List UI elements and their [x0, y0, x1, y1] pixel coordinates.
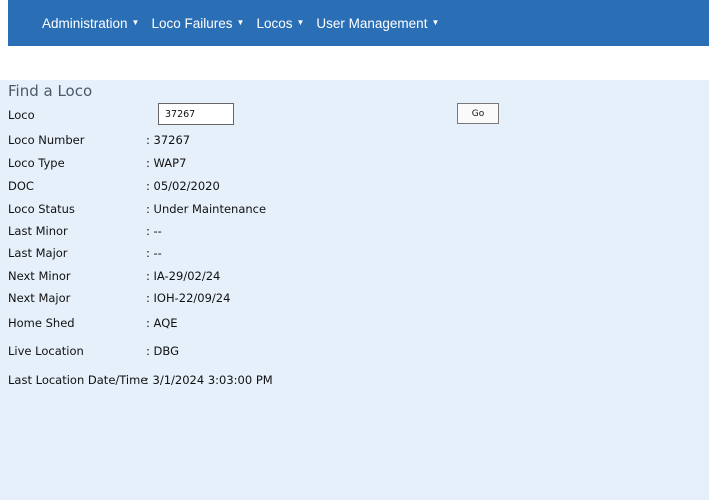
nav-locos-label: Locos: [256, 15, 293, 31]
top-navbar: Administration ▼ Loco Failures ▼ Locos ▼ Us…: [8, 0, 709, 46]
detail-row-last-major: Last Major : --: [8, 246, 162, 260]
detail-row-last-location-datetime: Last Location Date/Time: 3/1/2024 3:03:0…: [8, 373, 273, 387]
detail-row-doc: DOC : 05/02/2020: [8, 179, 220, 193]
detail-value: : --: [146, 224, 162, 238]
chevron-down-icon: ▼: [296, 17, 305, 27]
nav-loco-failures[interactable]: Loco Failures ▼: [151, 16, 256, 31]
detail-row-last-minor: Last Minor : --: [8, 224, 162, 238]
detail-label: Last Minor: [8, 224, 68, 238]
nav-loco-failures-label: Loco Failures: [151, 15, 233, 31]
detail-row-loco-status: Loco Status : Under Maintenance: [8, 202, 266, 216]
detail-label: Last Location Date/Time: [8, 373, 148, 387]
detail-value: : --: [146, 246, 162, 260]
detail-value: : 05/02/2020: [146, 179, 220, 193]
detail-label: Loco Number: [8, 133, 85, 147]
detail-row-loco-number: Loco Number : 37267: [8, 133, 190, 147]
nav-user-management[interactable]: User Management ▼: [316, 16, 451, 31]
detail-row-next-minor: Next Minor : IA-29/02/24: [8, 269, 220, 283]
detail-label: Live Location: [8, 344, 84, 358]
loco-field-label: Loco: [8, 108, 146, 122]
detail-value: : 3/1/2024 3:03:00 PM: [145, 373, 273, 387]
chevron-down-icon: ▼: [236, 17, 245, 27]
detail-row-loco-type: Loco Type : WAP7: [8, 156, 186, 170]
chevron-down-icon: ▼: [431, 17, 440, 27]
detail-value: : AQE: [146, 316, 178, 330]
nav-locos[interactable]: Locos ▼: [256, 16, 316, 31]
detail-value: : 37267: [146, 133, 191, 147]
detail-value: : DBG: [146, 344, 179, 358]
detail-value: : WAP7: [146, 156, 187, 170]
loco-label: Loco: [8, 108, 35, 122]
detail-label: Loco Type: [8, 156, 65, 170]
detail-value: : Under Maintenance: [146, 202, 267, 216]
detail-label: Home Shed: [8, 316, 75, 330]
nav-administration-label: Administration: [42, 15, 128, 31]
detail-row-next-major: Next Major : IOH-22/09/24: [8, 291, 230, 305]
detail-label: Next Major: [8, 291, 71, 305]
chevron-down-icon: ▼: [131, 17, 140, 27]
detail-label: Next Minor: [8, 269, 71, 283]
loco-input[interactable]: [158, 103, 234, 125]
detail-value: : IA-29/02/24: [146, 269, 221, 283]
detail-row-live-location: Live Location : DBG: [8, 344, 179, 358]
detail-label: DOC: [8, 179, 34, 193]
page-title: Find a Loco: [8, 82, 93, 100]
detail-label: Loco Status: [8, 202, 75, 216]
go-button[interactable]: Go: [457, 103, 499, 124]
nav-user-management-label: User Management: [316, 15, 428, 31]
find-loco-panel: Find a Loco Loco Go Loco Number : 37267 L…: [0, 80, 709, 500]
nav-administration[interactable]: Administration ▼: [42, 16, 151, 31]
detail-row-home-shed: Home Shed : AQE: [8, 316, 178, 330]
detail-value: : IOH-22/09/24: [146, 291, 231, 305]
detail-label: Last Major: [8, 246, 68, 260]
